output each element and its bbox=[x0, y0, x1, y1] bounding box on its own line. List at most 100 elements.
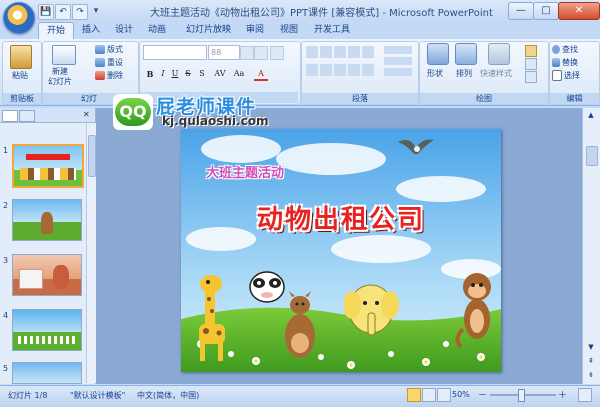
slide-thumbnail-5[interactable] bbox=[12, 362, 82, 384]
outline-tab-icon[interactable] bbox=[19, 110, 35, 122]
scroll-up-icon[interactable]: ▲ bbox=[586, 110, 596, 120]
shapes-button[interactable]: 形状 bbox=[427, 68, 443, 79]
close-button[interactable]: ✕ bbox=[558, 2, 600, 20]
shrink-font-icon[interactable] bbox=[254, 46, 268, 60]
office-button[interactable] bbox=[3, 2, 35, 34]
grow-font-icon[interactable] bbox=[240, 46, 254, 60]
status-theme: "默认设计模板" bbox=[70, 391, 126, 400]
shape-effects-icon[interactable] bbox=[525, 71, 537, 83]
zoom-out-icon[interactable]: － bbox=[478, 388, 487, 401]
maximize-button[interactable]: □ bbox=[533, 2, 559, 20]
elephant-icon bbox=[344, 284, 399, 336]
shape-fill-icon[interactable] bbox=[525, 45, 537, 57]
list-buttons-row[interactable] bbox=[306, 46, 376, 58]
watermark-brand: QQ bbox=[115, 98, 151, 126]
arrange-button[interactable]: 排列 bbox=[456, 68, 472, 79]
layout-icon bbox=[95, 45, 105, 54]
slide-canvas[interactable]: 大班主题活动 动物出租公司 bbox=[181, 129, 501, 372]
thumbnail-scrollbar[interactable] bbox=[86, 123, 96, 383]
editor-scrollbar[interactable]: ▲ ▼ ⇞ ⇟ bbox=[582, 108, 600, 384]
clear-format-icon[interactable] bbox=[270, 46, 284, 60]
layout-label: 版式 bbox=[107, 45, 123, 54]
zoom-level[interactable]: 50% bbox=[452, 390, 470, 399]
save-icon[interactable]: 💾 bbox=[38, 4, 54, 20]
bold-button[interactable]: B bbox=[145, 69, 155, 79]
font-color-button[interactable]: A bbox=[254, 69, 268, 81]
tab-developer[interactable]: 开发工具 bbox=[306, 22, 358, 39]
new-slide-icon[interactable] bbox=[52, 45, 76, 65]
quick-styles-button[interactable]: 快速样式 bbox=[480, 68, 512, 79]
tab-review[interactable]: 审阅 bbox=[238, 22, 272, 39]
status-language: 中文(简体，中国) bbox=[137, 391, 200, 400]
thumb-1-title-bar bbox=[26, 154, 70, 160]
align-buttons-row[interactable] bbox=[306, 64, 376, 76]
watermark-url: kj.qulaoshi.com bbox=[162, 114, 269, 128]
find-button[interactable]: 查找 bbox=[552, 44, 578, 55]
replace-icon bbox=[552, 58, 560, 67]
italic-button[interactable]: I bbox=[158, 69, 168, 79]
text-direction-buttons[interactable] bbox=[384, 46, 412, 76]
tab-animations[interactable]: 动画 bbox=[140, 22, 174, 39]
zoom-slider-thumb[interactable] bbox=[518, 389, 525, 402]
delete-icon bbox=[95, 71, 105, 80]
qat-more-icon[interactable]: ▾ bbox=[89, 4, 103, 18]
tab-insert[interactable]: 插入 bbox=[74, 22, 108, 39]
shadow-button[interactable]: S bbox=[196, 69, 208, 79]
watermark-logo: QQ bbox=[113, 94, 153, 130]
select-button[interactable]: 选择 bbox=[552, 70, 580, 81]
tab-design[interactable]: 设计 bbox=[107, 22, 141, 39]
next-slide-icon[interactable]: ⇟ bbox=[586, 370, 596, 380]
shapes-icon[interactable] bbox=[427, 43, 449, 65]
strikethrough-button[interactable]: S bbox=[183, 69, 193, 79]
font-size-combo[interactable]: 88 bbox=[208, 45, 240, 60]
normal-view-icon[interactable] bbox=[407, 388, 421, 402]
tab-view[interactable]: 视图 bbox=[272, 22, 306, 39]
paste-button[interactable]: 粘贴 bbox=[12, 70, 28, 81]
bird-icon bbox=[398, 139, 434, 154]
reset-button[interactable]: 重设 bbox=[95, 57, 123, 68]
paste-icon[interactable] bbox=[10, 45, 32, 69]
slideshow-view-icon[interactable] bbox=[437, 388, 451, 402]
underline-button[interactable]: U bbox=[170, 69, 180, 79]
monkey-icon bbox=[455, 273, 491, 349]
slides-tab-icon[interactable] bbox=[2, 110, 18, 122]
prev-slide-icon[interactable]: ⇞ bbox=[586, 356, 596, 366]
new-slide-label2[interactable]: 幻灯片 bbox=[48, 76, 72, 87]
thumb-3-character bbox=[53, 265, 69, 289]
scroll-down-icon[interactable]: ▼ bbox=[586, 342, 596, 352]
font-name-combo[interactable] bbox=[143, 45, 207, 60]
slide-thumbnail-1[interactable] bbox=[12, 144, 84, 188]
thumb-4-flowers bbox=[18, 336, 76, 344]
pane-close-icon[interactable]: ✕ bbox=[83, 110, 92, 120]
slide-thumbnail-4[interactable] bbox=[12, 309, 82, 351]
minimize-button[interactable]: — bbox=[508, 2, 534, 20]
replace-button[interactable]: 替换 bbox=[552, 57, 578, 68]
undo-icon[interactable]: ↶ bbox=[55, 4, 71, 20]
thumb-number-3: 3 bbox=[3, 256, 9, 265]
quick-styles-icon[interactable] bbox=[488, 43, 510, 65]
shape-outline-icon[interactable] bbox=[525, 58, 537, 70]
layout-button[interactable]: 版式 bbox=[95, 44, 123, 55]
arrange-icon[interactable] bbox=[455, 43, 477, 65]
slide-title[interactable]: 动物出租公司 bbox=[226, 199, 456, 236]
change-case-button[interactable]: Aa bbox=[232, 69, 246, 79]
delete-label: 删除 bbox=[107, 71, 123, 80]
char-spacing-button[interactable]: AV bbox=[212, 69, 228, 79]
fit-to-window-icon[interactable] bbox=[578, 388, 592, 402]
zoom-in-icon[interactable]: ＋ bbox=[558, 388, 567, 401]
slide-sorter-icon[interactable] bbox=[422, 388, 436, 402]
find-icon bbox=[552, 45, 560, 54]
giraffe-icon bbox=[199, 275, 225, 361]
tab-home[interactable]: 开始 bbox=[38, 22, 75, 40]
thumbnail-scroll-thumb[interactable] bbox=[88, 135, 96, 177]
reset-icon bbox=[95, 58, 105, 67]
redo-icon[interactable]: ↷ bbox=[72, 4, 88, 20]
slide-subtitle[interactable]: 大班主题活动 bbox=[206, 162, 284, 181]
thumb-number-5: 5 bbox=[3, 364, 9, 373]
slide-thumbnail-3[interactable] bbox=[12, 254, 82, 296]
delete-button[interactable]: 删除 bbox=[95, 70, 123, 81]
tab-slideshow[interactable]: 幻灯片放映 bbox=[178, 22, 239, 39]
kangaroo-icon bbox=[285, 291, 315, 358]
editor-scroll-thumb[interactable] bbox=[586, 146, 598, 166]
slide-thumbnail-2[interactable] bbox=[12, 199, 82, 241]
